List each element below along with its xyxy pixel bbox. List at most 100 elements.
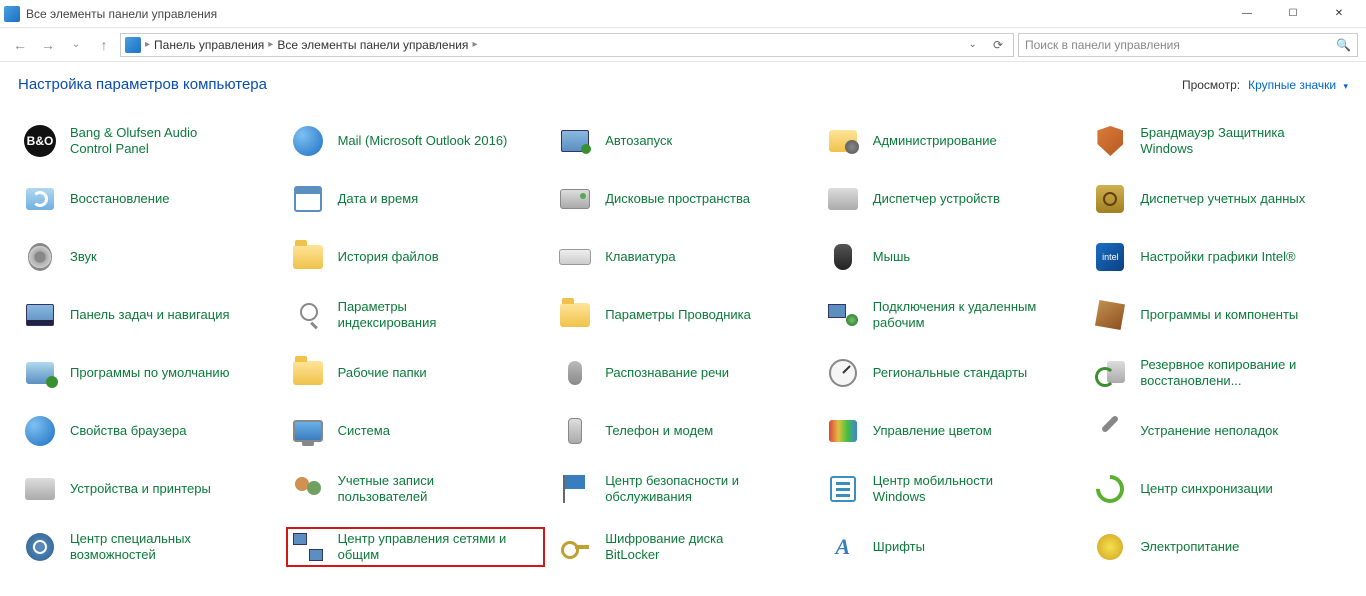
- cp-item-work-folders[interactable]: Рабочие папки: [286, 353, 546, 393]
- cp-item-admin[interactable]: Администрирование: [821, 121, 1081, 161]
- cp-item-label: Параметры Проводника: [605, 307, 751, 323]
- search-icon[interactable]: 🔍: [1336, 38, 1351, 52]
- cp-item-backup[interactable]: Резервное копирование и восстановлени...: [1088, 353, 1348, 393]
- page-header: Настройка параметров компьютера Просмотр…: [0, 62, 1366, 101]
- cp-item-devices-printers[interactable]: Устройства и принтеры: [18, 469, 278, 509]
- keyboard-icon: [557, 239, 593, 275]
- browser-props-icon: [22, 413, 58, 449]
- cp-item-power[interactable]: Электропитание: [1088, 527, 1348, 567]
- breadcrumb-root[interactable]: Панель управления: [154, 38, 264, 52]
- autorun-icon: [557, 123, 593, 159]
- cp-item-label: Центр синхронизации: [1140, 481, 1272, 497]
- cp-item-devmgr[interactable]: Диспетчер устройств: [821, 179, 1081, 219]
- cp-item-speech[interactable]: Распознавание речи: [553, 353, 813, 393]
- cp-item-label: Шифрование диска BitLocker: [605, 531, 775, 564]
- maximize-button[interactable]: ☐: [1270, 0, 1316, 28]
- cp-item-firewall[interactable]: Брандмауэр Защитника Windows: [1088, 121, 1348, 161]
- cp-item-label: Система: [338, 423, 390, 439]
- cp-item-browser-props[interactable]: Свойства браузера: [18, 411, 278, 451]
- cp-item-label: Панель задач и навигация: [70, 307, 230, 323]
- recent-locations-button[interactable]: ⌄: [64, 33, 88, 57]
- window-controls: — ☐ ✕: [1224, 0, 1362, 28]
- devices-printers-icon: [22, 471, 58, 507]
- chevron-right-icon[interactable]: ▸: [472, 39, 477, 50]
- cp-item-label: Клавиатура: [605, 249, 675, 265]
- phone-modem-icon: [557, 413, 593, 449]
- search-box[interactable]: 🔍: [1018, 33, 1358, 57]
- cp-item-explorer-opts[interactable]: Параметры Проводника: [553, 295, 813, 335]
- cp-item-programs[interactable]: Программы и компоненты: [1088, 295, 1348, 335]
- back-button[interactable]: ←: [8, 33, 32, 57]
- cp-item-indexing[interactable]: Параметры индексирования: [286, 295, 546, 335]
- cp-item-label: Программы и компоненты: [1140, 307, 1298, 323]
- search-input[interactable]: [1025, 38, 1336, 52]
- cp-item-sound[interactable]: Звук: [18, 237, 278, 277]
- cp-item-recovery[interactable]: Восстановление: [18, 179, 278, 219]
- close-button[interactable]: ✕: [1316, 0, 1362, 28]
- intelgfx-icon: intel: [1092, 239, 1128, 275]
- cp-item-bang-olufsen[interactable]: B&OBang & Olufsen Audio Control Panel: [18, 121, 278, 161]
- breadcrumb-current[interactable]: Все элементы панели управления: [277, 38, 468, 52]
- chevron-right-icon[interactable]: ▸: [268, 39, 273, 50]
- cp-item-label: Мышь: [873, 249, 910, 265]
- cp-item-sync-center[interactable]: Центр синхронизации: [1088, 469, 1348, 509]
- security-center-icon: [557, 471, 593, 507]
- cp-item-mobility[interactable]: Центр мобильности Windows: [821, 469, 1081, 509]
- cp-item-region[interactable]: Региональные стандарты: [821, 353, 1081, 393]
- cp-item-label: Центр управления сетями и общим: [338, 531, 508, 564]
- cp-item-label: Восстановление: [70, 191, 169, 207]
- cp-item-label: Диспетчер учетных данных: [1140, 191, 1305, 207]
- cp-item-system[interactable]: Система: [286, 411, 546, 451]
- cp-item-mouse[interactable]: Мышь: [821, 237, 1081, 277]
- cp-item-label: Параметры индексирования: [338, 299, 508, 332]
- minimize-button[interactable]: —: [1224, 0, 1270, 28]
- cp-item-ease-of-access[interactable]: Центр специальных возможностей: [18, 527, 278, 567]
- chevron-right-icon[interactable]: ▸: [145, 39, 150, 50]
- cp-item-keyboard[interactable]: Клавиатура: [553, 237, 813, 277]
- cp-item-color-mgmt[interactable]: Управление цветом: [821, 411, 1081, 451]
- address-dropdown-button[interactable]: ⌄: [963, 39, 983, 50]
- cp-item-filehist[interactable]: История файлов: [286, 237, 546, 277]
- up-button[interactable]: ↑: [92, 33, 116, 57]
- address-bar[interactable]: ▸ Панель управления ▸ Все элементы панел…: [120, 33, 1014, 57]
- programs-icon: [1092, 297, 1128, 333]
- cp-item-remote[interactable]: Подключения к удаленным рабочим: [821, 295, 1081, 335]
- cp-item-security-center[interactable]: Центр безопасности и обслуживания: [553, 469, 813, 509]
- speech-icon: [557, 355, 593, 391]
- cp-item-storage[interactable]: Дисковые пространства: [553, 179, 813, 219]
- cp-item-troubleshoot[interactable]: Устранение неполадок: [1088, 411, 1348, 451]
- forward-button[interactable]: →: [36, 33, 60, 57]
- cp-item-fonts[interactable]: AШрифты: [821, 527, 1081, 567]
- cp-item-credmgr[interactable]: Диспетчер учетных данных: [1088, 179, 1348, 219]
- datetime-icon: [290, 181, 326, 217]
- system-icon: [290, 413, 326, 449]
- cp-item-user-accounts[interactable]: Учетные записи пользователей: [286, 469, 546, 509]
- cp-item-default-programs[interactable]: Программы по умолчанию: [18, 353, 278, 393]
- control-panel-icon: [4, 6, 20, 22]
- cp-item-phone-modem[interactable]: Телефон и модем: [553, 411, 813, 451]
- cp-item-autorun[interactable]: Автозапуск: [553, 121, 813, 161]
- cp-item-taskbar[interactable]: Панель задач и навигация: [18, 295, 278, 335]
- admin-icon: [825, 123, 861, 159]
- bitlocker-icon: [557, 529, 593, 565]
- cp-item-mail[interactable]: Mail (Microsoft Outlook 2016): [286, 121, 546, 161]
- cp-item-network-sharing[interactable]: Центр управления сетями и общим: [286, 527, 546, 567]
- cp-item-label: Телефон и модем: [605, 423, 713, 439]
- cp-item-label: Рабочие папки: [338, 365, 427, 381]
- view-by-dropdown[interactable]: Крупные значки ▾: [1248, 78, 1348, 92]
- cp-item-label: Свойства браузера: [70, 423, 186, 439]
- control-panel-items-grid: B&OBang & Olufsen Audio Control PanelMai…: [0, 101, 1366, 585]
- navigation-bar: ← → ⌄ ↑ ▸ Панель управления ▸ Все элемен…: [0, 28, 1366, 62]
- power-icon: [1092, 529, 1128, 565]
- mail-icon: [290, 123, 326, 159]
- cp-item-intelgfx[interactable]: intelНастройки графики Intel®: [1088, 237, 1348, 277]
- cp-item-label: Диспетчер устройств: [873, 191, 1000, 207]
- cp-item-label: Электропитание: [1140, 539, 1239, 555]
- cp-item-datetime[interactable]: Дата и время: [286, 179, 546, 219]
- cp-item-label: Устройства и принтеры: [70, 481, 211, 497]
- refresh-button[interactable]: ⟳: [987, 38, 1009, 52]
- view-by-value: Крупные значки: [1248, 78, 1336, 92]
- region-icon: [825, 355, 861, 391]
- indexing-icon: [290, 297, 326, 333]
- cp-item-bitlocker[interactable]: Шифрование диска BitLocker: [553, 527, 813, 567]
